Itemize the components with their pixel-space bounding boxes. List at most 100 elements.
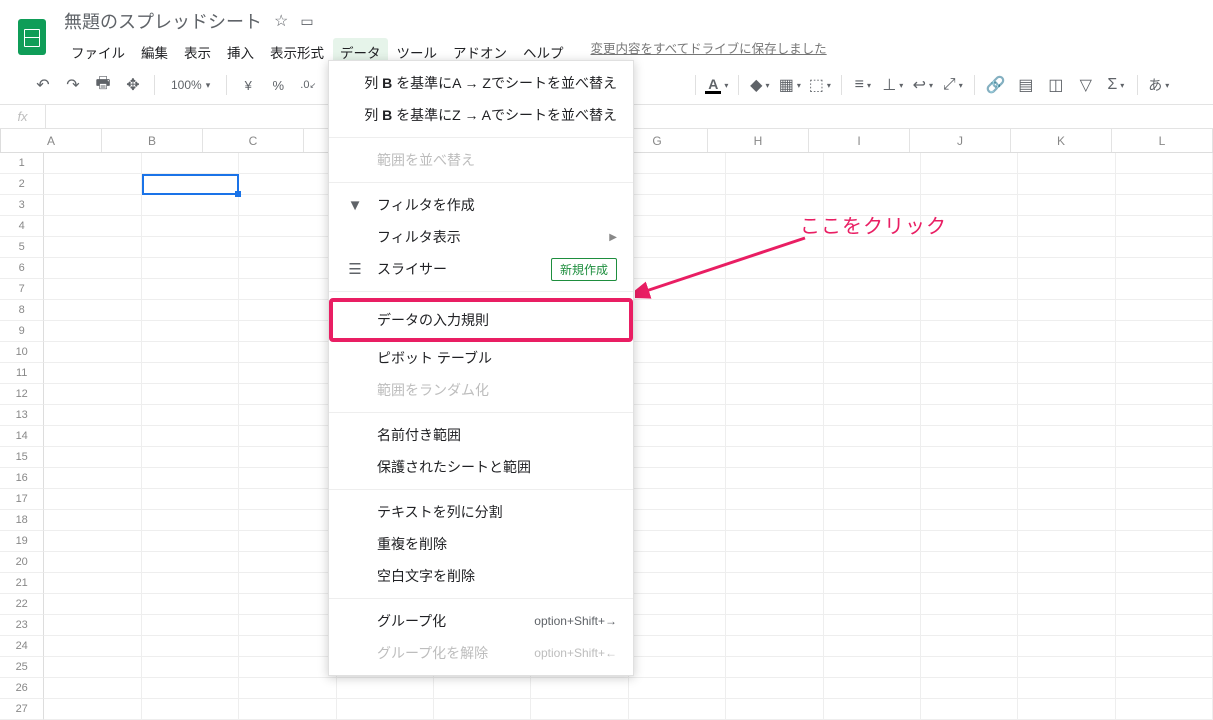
cell-K23[interactable]: [1018, 615, 1115, 636]
row-header-17[interactable]: 17: [0, 489, 44, 510]
cell-G14[interactable]: [629, 426, 726, 447]
cell-B13[interactable]: [142, 405, 239, 426]
row-header-2[interactable]: 2: [0, 174, 44, 195]
cell-A25[interactable]: [44, 657, 141, 678]
cell-B23[interactable]: [142, 615, 239, 636]
cell-K14[interactable]: [1018, 426, 1115, 447]
cell-K1[interactable]: [1018, 153, 1115, 174]
cell-E26[interactable]: [434, 678, 531, 699]
cell-G16[interactable]: [629, 468, 726, 489]
cell-K19[interactable]: [1018, 531, 1115, 552]
cell-B15[interactable]: [142, 447, 239, 468]
cell-I22[interactable]: [824, 594, 921, 615]
menu-trim-whitespace[interactable]: 空白文字を削除: [329, 560, 633, 592]
cell-K16[interactable]: [1018, 468, 1115, 489]
cell-C14[interactable]: [239, 426, 336, 447]
cell-A15[interactable]: [44, 447, 141, 468]
filter-icon[interactable]: ▽: [1075, 74, 1097, 96]
menu-pivot-table[interactable]: ピボット テーブル: [329, 342, 633, 374]
cell-I21[interactable]: [824, 573, 921, 594]
cell-B27[interactable]: [142, 699, 239, 720]
cell-K22[interactable]: [1018, 594, 1115, 615]
cell-H21[interactable]: [726, 573, 823, 594]
cell-C17[interactable]: [239, 489, 336, 510]
format-percent[interactable]: %: [267, 74, 289, 96]
sheets-logo[interactable]: [10, 15, 54, 59]
undo-icon[interactable]: ↶: [32, 74, 54, 96]
column-header-J[interactable]: J: [910, 129, 1011, 152]
cell-H14[interactable]: [726, 426, 823, 447]
cell-H22[interactable]: [726, 594, 823, 615]
row-header-19[interactable]: 19: [0, 531, 44, 552]
cell-G8[interactable]: [629, 300, 726, 321]
cell-I1[interactable]: [824, 153, 921, 174]
row-header-5[interactable]: 5: [0, 237, 44, 258]
cell-C20[interactable]: [239, 552, 336, 573]
cell-K10[interactable]: [1018, 342, 1115, 363]
cell-I6[interactable]: [824, 258, 921, 279]
row-header-24[interactable]: 24: [0, 636, 44, 657]
cell-G20[interactable]: [629, 552, 726, 573]
column-header-H[interactable]: H: [708, 129, 809, 152]
cell-A23[interactable]: [44, 615, 141, 636]
row-header-16[interactable]: 16: [0, 468, 44, 489]
insert-chart-icon[interactable]: ◫: [1045, 74, 1067, 96]
input-language-button[interactable]: あ: [1148, 74, 1170, 96]
menu-sort-sheet-za[interactable]: 列 B を基準にZ → Aでシートを並べ替え: [329, 99, 633, 131]
cell-A24[interactable]: [44, 636, 141, 657]
cell-A6[interactable]: [44, 258, 141, 279]
row-header-20[interactable]: 20: [0, 552, 44, 573]
row-header-6[interactable]: 6: [0, 258, 44, 279]
cell-K9[interactable]: [1018, 321, 1115, 342]
row-header-7[interactable]: 7: [0, 279, 44, 300]
cell-B2[interactable]: [142, 174, 239, 195]
cell-F26[interactable]: [531, 678, 628, 699]
format-currency[interactable]: ¥: [237, 74, 259, 96]
cell-J20[interactable]: [921, 552, 1018, 573]
cell-J24[interactable]: [921, 636, 1018, 657]
cell-A20[interactable]: [44, 552, 141, 573]
cell-I23[interactable]: [824, 615, 921, 636]
cell-L3[interactable]: [1116, 195, 1213, 216]
cell-C9[interactable]: [239, 321, 336, 342]
cell-H24[interactable]: [726, 636, 823, 657]
cell-B3[interactable]: [142, 195, 239, 216]
cell-C4[interactable]: [239, 216, 336, 237]
cell-C1[interactable]: [239, 153, 336, 174]
cell-A16[interactable]: [44, 468, 141, 489]
column-header-I[interactable]: I: [809, 129, 910, 152]
cell-G22[interactable]: [629, 594, 726, 615]
cell-J26[interactable]: [921, 678, 1018, 699]
star-icon[interactable]: ☆: [274, 11, 288, 31]
cell-C16[interactable]: [239, 468, 336, 489]
cell-J15[interactable]: [921, 447, 1018, 468]
document-title[interactable]: 無題のスプレッドシート: [64, 8, 262, 34]
cell-H17[interactable]: [726, 489, 823, 510]
cell-B22[interactable]: [142, 594, 239, 615]
row-header-1[interactable]: 1: [0, 153, 44, 174]
cell-K7[interactable]: [1018, 279, 1115, 300]
insert-link-icon[interactable]: 🔗: [985, 74, 1007, 96]
row-header-23[interactable]: 23: [0, 615, 44, 636]
cell-C26[interactable]: [239, 678, 336, 699]
cell-A26[interactable]: [44, 678, 141, 699]
cell-B12[interactable]: [142, 384, 239, 405]
cell-C18[interactable]: [239, 510, 336, 531]
cell-B5[interactable]: [142, 237, 239, 258]
cell-H18[interactable]: [726, 510, 823, 531]
cell-L12[interactable]: [1116, 384, 1213, 405]
cell-L20[interactable]: [1116, 552, 1213, 573]
zoom-select[interactable]: 100%: [165, 78, 216, 92]
cell-K2[interactable]: [1018, 174, 1115, 195]
cell-J21[interactable]: [921, 573, 1018, 594]
cell-C2[interactable]: [239, 174, 336, 195]
cell-H9[interactable]: [726, 321, 823, 342]
row-header-25[interactable]: 25: [0, 657, 44, 678]
cell-G12[interactable]: [629, 384, 726, 405]
cell-C25[interactable]: [239, 657, 336, 678]
cell-J18[interactable]: [921, 510, 1018, 531]
cell-A4[interactable]: [44, 216, 141, 237]
cell-A3[interactable]: [44, 195, 141, 216]
cell-H25[interactable]: [726, 657, 823, 678]
cell-L27[interactable]: [1116, 699, 1213, 720]
